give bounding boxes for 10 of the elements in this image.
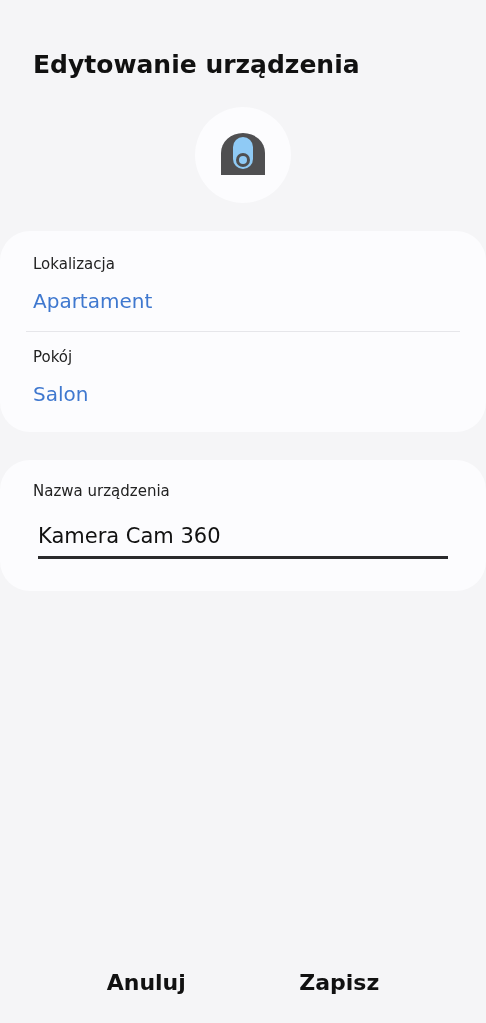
setting-label: Pokój [33,348,74,366]
setting-value: Salon [33,382,90,406]
field-label: Nazwa urządzenia [33,482,171,500]
setting-value: Apartament [33,289,154,313]
setting-row[interactable]: Lokalizacja Apartament [0,239,486,331]
screen-title: Edytowanie urządzenia [33,50,360,79]
save-button[interactable]: Zapisz [287,962,392,1003]
cancel-button[interactable]: Anuluj [94,962,198,1003]
setting-row[interactable]: Pokój Salon [0,332,486,424]
setting-label: Lokalizacja [33,255,116,273]
